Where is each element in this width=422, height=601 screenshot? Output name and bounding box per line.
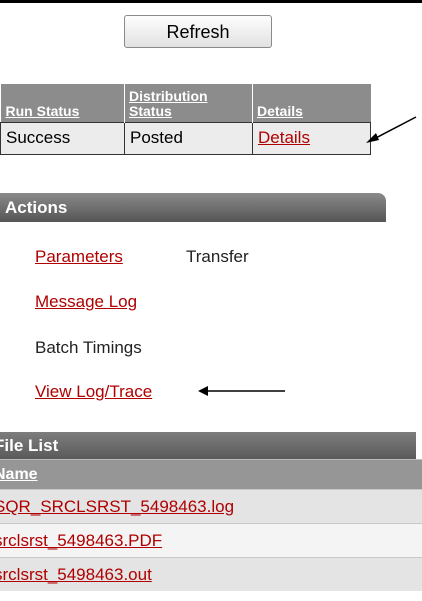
arrow-shaft — [369, 116, 417, 142]
file-link[interactable]: srclsrst_5498463.out — [0, 565, 152, 584]
name-sort-link[interactable]: Name — [0, 466, 38, 483]
parameters-link[interactable]: Parameters — [35, 247, 123, 267]
distribution-header-line2: Status — [129, 102, 172, 119]
batch-timings-label: Batch Timings — [35, 338, 142, 357]
file-link[interactable]: SQR_SRCLSRST_5498463.log — [0, 497, 234, 516]
details-link[interactable]: Details — [258, 128, 310, 147]
file-row: SQR_SRCLSRST_5498463.log — [0, 489, 422, 523]
file-row: srclsrst_5498463.out — [0, 557, 422, 591]
file-name-column-header: Name — [0, 459, 422, 489]
details-cell: Details — [252, 121, 371, 155]
view-log-trace-link[interactable]: View Log/Trace — [35, 382, 152, 402]
details-sort-link[interactable]: Details — [257, 103, 303, 119]
distribution-status-header[interactable]: Distribution Status — [124, 84, 253, 122]
details-header[interactable]: Details — [252, 84, 371, 122]
distribution-status-sort-link[interactable]: Distribution Status — [129, 88, 208, 119]
refresh-button[interactable]: Refresh — [124, 15, 272, 48]
distribution-header-line1: Distribution — [129, 87, 208, 104]
top-border — [0, 0, 422, 3]
run-status-header[interactable]: Run Status — [0, 84, 125, 122]
message-log-link[interactable]: Message Log — [35, 292, 137, 312]
file-list-header: File List — [0, 432, 416, 459]
status-table-header-row: Run Status Distribution Status Details — [0, 84, 371, 122]
run-status-table: Run Status Distribution Status Details Su… — [0, 84, 371, 155]
actions-section-header: Actions — [0, 193, 386, 222]
status-table-row: Success Posted Details — [0, 121, 371, 155]
run-status-value: Success — [0, 121, 125, 155]
arrow-head — [198, 386, 208, 396]
run-status-sort-link[interactable]: Run Status — [6, 103, 80, 119]
file-row: srclsrst_5498463.PDF — [0, 523, 422, 557]
transfer-label: Transfer — [186, 247, 249, 266]
file-link[interactable]: srclsrst_5498463.PDF — [0, 531, 162, 550]
distribution-status-value: Posted — [124, 121, 253, 155]
